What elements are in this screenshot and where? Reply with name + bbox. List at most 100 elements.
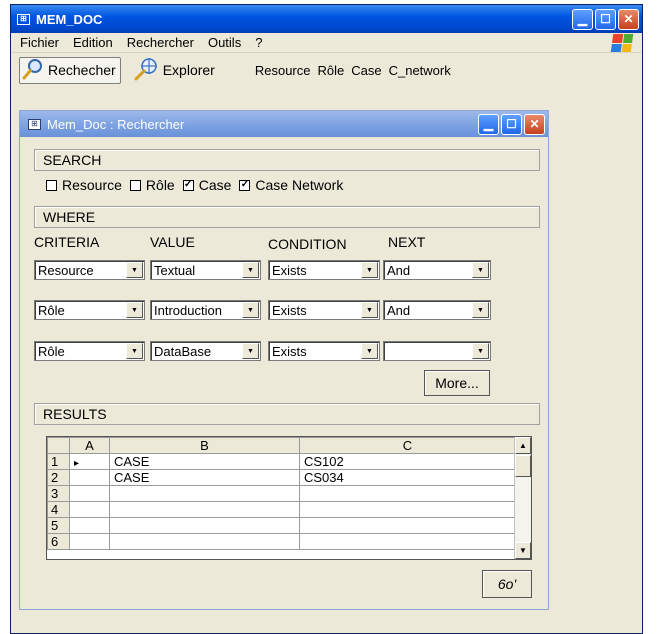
toolbar-link-case[interactable]: Case — [351, 63, 381, 78]
chevron-down-icon[interactable]: ▼ — [361, 302, 378, 318]
cell-c[interactable] — [299, 517, 516, 534]
menu-bar: Fichier Edition Rechercher Outils ? — [11, 33, 642, 53]
scroll-thumb[interactable] — [515, 455, 531, 477]
menu-rechercher[interactable]: Rechercher — [120, 35, 201, 50]
table-row[interactable]: 6 — [47, 533, 516, 550]
value-select-3[interactable]: DataBase ▼ — [150, 341, 261, 361]
cell-c[interactable]: CS034 — [299, 469, 516, 486]
window-controls: ▁ ☐ ✕ — [572, 8, 642, 30]
results-scrollbar[interactable]: ▲ ▼ — [514, 437, 531, 559]
value-select-2[interactable]: Introduction ▼ — [150, 300, 261, 320]
cell-a[interactable] — [69, 533, 110, 550]
toolbar-link-c-network[interactable]: C_network — [389, 63, 451, 78]
toolbar-link-role[interactable]: Rôle — [317, 63, 344, 78]
cell-c[interactable] — [299, 501, 516, 518]
cell-b[interactable]: CASE — [109, 469, 300, 486]
row-number: 1 — [47, 453, 70, 470]
table-row[interactable]: 1 ▸ CASE CS102 — [47, 453, 516, 470]
globe-crosshair-icon — [133, 57, 159, 84]
case-network-checkbox[interactable]: ✓ — [239, 179, 251, 191]
dialog-maximize-button[interactable]: ☐ — [501, 113, 522, 135]
main-titlebar[interactable]: ⊞ MEM_DOC ▁ ☐ ✕ — [11, 5, 642, 33]
scroll-up-arrow-icon[interactable]: ▲ — [515, 437, 531, 454]
next-select-2[interactable]: And ▼ — [383, 300, 491, 320]
row-number: 2 — [47, 469, 70, 486]
resource-checkbox[interactable] — [46, 179, 57, 191]
role-checkbox-option[interactable]: Rôle — [129, 177, 175, 193]
role-checkbox[interactable] — [129, 179, 141, 191]
dialog-titlebar[interactable]: ⊞ Mem_Doc : Rechercher ▁ ☐ ✕ — [20, 111, 548, 137]
chevron-down-icon[interactable]: ▼ — [361, 343, 378, 359]
case-network-checkbox-option[interactable]: ✓ Case Network — [239, 177, 343, 193]
chevron-down-icon[interactable]: ▼ — [361, 262, 378, 278]
chevron-down-icon[interactable]: ▼ — [126, 302, 143, 318]
next-select-1[interactable]: And ▼ — [383, 260, 491, 280]
chevron-down-icon[interactable]: ▼ — [472, 262, 489, 278]
table-row[interactable]: 2 CASE CS034 — [47, 469, 516, 486]
explore-toolbar-label: Explorer — [162, 62, 215, 78]
criteria-select-3[interactable]: Rôle ▼ — [34, 341, 145, 361]
table-row[interactable]: 4 — [47, 501, 516, 518]
chevron-down-icon[interactable]: ▼ — [242, 302, 259, 318]
cell-b[interactable]: CASE — [109, 453, 300, 470]
resource-checkbox-option[interactable]: Resource — [46, 177, 122, 193]
results-section-header: RESULTS — [34, 403, 540, 425]
scroll-down-arrow-icon[interactable]: ▼ — [515, 542, 531, 559]
column-header-b[interactable]: B — [109, 437, 300, 454]
column-header-c[interactable]: C — [299, 437, 516, 454]
results-grid[interactable]: A B C 1 ▸ CASE CS102 2 CASE CS034 3 4 5 … — [46, 436, 532, 560]
cell-c[interactable] — [299, 533, 516, 550]
case-checkbox-option[interactable]: ✓ Case — [182, 177, 231, 193]
value-column-header: VALUE — [150, 234, 195, 250]
maximize-button[interactable]: ☐ — [595, 8, 616, 30]
cell-a[interactable]: ▸ — [69, 453, 110, 470]
toolbar-link-resource[interactable]: Resource — [255, 63, 311, 78]
value-select-1[interactable]: Textual ▼ — [150, 260, 261, 280]
criteria-select-1[interactable]: Resource ▼ — [34, 260, 145, 280]
chevron-down-icon[interactable]: ▼ — [242, 262, 259, 278]
view-button[interactable]: 6o' — [482, 570, 532, 598]
cell-b[interactable] — [109, 485, 300, 502]
table-row[interactable]: 5 — [47, 517, 516, 534]
condition-select-1[interactable]: Exists ▼ — [268, 260, 380, 280]
cell-a[interactable] — [69, 501, 110, 518]
dialog-minimize-button[interactable]: ▁ — [478, 113, 499, 135]
chevron-down-icon[interactable]: ▼ — [472, 302, 489, 318]
cell-a[interactable] — [69, 485, 110, 502]
condition-select-3[interactable]: Exists ▼ — [268, 341, 380, 361]
menu-help[interactable]: ? — [248, 35, 269, 50]
dialog-close-button[interactable]: ✕ — [524, 113, 545, 135]
cell-a[interactable] — [69, 517, 110, 534]
more-button[interactable]: More... — [424, 370, 490, 396]
chevron-down-icon[interactable]: ▼ — [242, 343, 259, 359]
column-header-a[interactable]: A — [69, 437, 110, 454]
cell-a[interactable] — [69, 469, 110, 486]
dialog-window-controls: ▁ ☐ ✕ — [478, 113, 548, 135]
minimize-button[interactable]: ▁ — [572, 8, 593, 30]
criteria-select-2[interactable]: Rôle ▼ — [34, 300, 145, 320]
cell-b[interactable] — [109, 517, 300, 534]
chevron-down-icon[interactable]: ▼ — [126, 343, 143, 359]
dialog-app-icon: ⊞ — [28, 118, 41, 130]
table-row[interactable]: 3 — [47, 485, 516, 502]
case-network-checkbox-label: Case Network — [255, 177, 344, 193]
condition-select-2[interactable]: Exists ▼ — [268, 300, 380, 320]
search-dialog: ⊞ Mem_Doc : Rechercher ▁ ☐ ✕ SEARCH Reso… — [19, 110, 549, 610]
chevron-down-icon[interactable]: ▼ — [126, 262, 143, 278]
cell-c[interactable] — [299, 485, 516, 502]
cell-b[interactable] — [109, 501, 300, 518]
menu-outils[interactable]: Outils — [201, 35, 248, 50]
explore-toolbar-button[interactable]: Explorer — [131, 57, 219, 84]
search-toolbar-button[interactable]: Rechecher — [19, 56, 121, 84]
where-section-header: WHERE — [34, 206, 540, 228]
close-button[interactable]: ✕ — [618, 8, 639, 30]
next-select-3[interactable]: ▼ — [383, 341, 491, 361]
chevron-down-icon[interactable]: ▼ — [472, 343, 489, 359]
cell-b[interactable] — [109, 533, 300, 550]
menu-edition[interactable]: Edition — [66, 35, 120, 50]
menu-fichier[interactable]: Fichier — [13, 35, 66, 50]
cell-c[interactable]: CS102 — [299, 453, 516, 470]
criteria-select-1-value: Resource — [38, 262, 94, 278]
case-checkbox[interactable]: ✓ — [182, 179, 194, 191]
app-icon: ⊞ — [17, 13, 30, 25]
